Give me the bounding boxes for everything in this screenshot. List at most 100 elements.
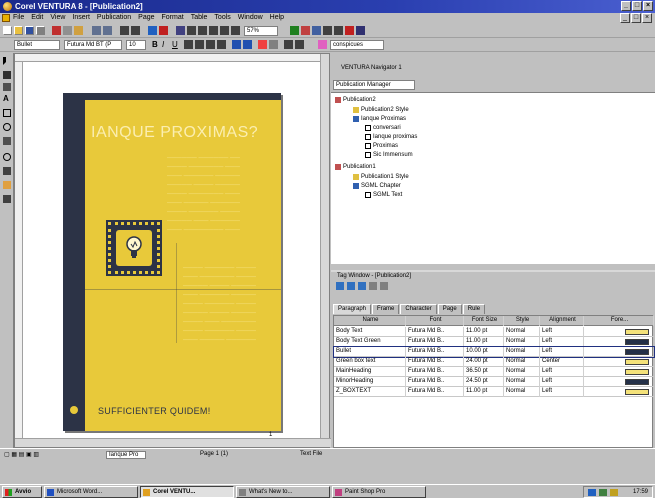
format-icon[interactable] — [176, 26, 185, 35]
col-font[interactable]: Font — [406, 316, 464, 326]
import-icon[interactable] — [120, 26, 129, 35]
picture-icon[interactable] — [318, 40, 327, 49]
delete-tag-icon[interactable] — [380, 282, 388, 290]
tab-frame[interactable]: Frame — [372, 304, 400, 314]
justify-icon[interactable] — [217, 40, 226, 49]
thesaurus-icon[interactable] — [198, 26, 207, 35]
menu-format[interactable]: Format — [162, 14, 184, 21]
menu-publication[interactable]: Publication — [97, 14, 131, 21]
tree-item[interactable]: Proximas — [365, 142, 398, 150]
new-icon[interactable] — [3, 26, 12, 35]
publication-page[interactable]: IANQUE PROXIMAS? ────── ────── ── ──── ─… — [63, 93, 281, 431]
rectangle-tool-icon[interactable] — [3, 109, 11, 117]
copy-tag-icon[interactable] — [347, 282, 355, 290]
horizontal-scrollbar[interactable] — [15, 438, 331, 447]
fullscreen-icon[interactable] — [323, 26, 332, 35]
col-alignment[interactable]: Alignment — [540, 316, 584, 326]
zoom-icon[interactable] — [334, 26, 343, 35]
copy-icon[interactable] — [63, 26, 72, 35]
cut-icon[interactable] — [52, 26, 61, 35]
underline-icon[interactable]: U — [172, 40, 181, 49]
zoom-tool-icon[interactable] — [3, 153, 11, 161]
tab-paragraph[interactable]: Paragraph — [333, 304, 372, 314]
align-right-icon[interactable] — [206, 40, 215, 49]
apply-tag-icon[interactable] — [358, 282, 366, 290]
size-combo[interactable]: 10 — [126, 40, 146, 50]
volume-icon[interactable] — [599, 489, 607, 496]
menu-file[interactable]: File — [13, 14, 24, 21]
tab-page[interactable]: Page — [437, 304, 462, 314]
save-icon[interactable] — [25, 26, 34, 35]
new-tag-icon[interactable] — [336, 282, 344, 290]
status-combo[interactable]: Ianque Pro — [106, 451, 146, 459]
color-swatch[interactable] — [625, 349, 649, 355]
undo-icon[interactable] — [92, 26, 101, 35]
doc-close-button[interactable]: × — [642, 13, 652, 23]
menu-page[interactable]: Page — [138, 14, 154, 21]
table-row[interactable]: Bullet Futura Md B.. 10.00 pt Normal Left — [333, 346, 655, 358]
table-tool-icon[interactable] — [3, 137, 11, 145]
pen-tool-icon[interactable] — [3, 167, 11, 175]
color-swatch[interactable] — [625, 329, 649, 335]
col-style[interactable]: Style — [504, 316, 540, 326]
task-word[interactable]: Microsoft Word... — [44, 486, 138, 498]
frame-tool-icon[interactable] — [3, 83, 11, 91]
tree-item[interactable]: Publication2 Style — [353, 106, 409, 114]
menu-table[interactable]: Table — [191, 14, 208, 21]
tree-item[interactable]: SGML Chapter — [353, 182, 401, 190]
navigator-combo[interactable]: Publication Manager — [333, 80, 415, 90]
numbering-icon[interactable] — [243, 40, 252, 49]
align-left-icon[interactable] — [184, 40, 193, 49]
vertical-scrollbar[interactable] — [320, 54, 329, 440]
table-row[interactable]: MainHeading Futura Md B.. 36.50 pt Normal Le… — [334, 367, 654, 377]
tree-item[interactable]: Publication1 — [335, 163, 376, 171]
insert-table-icon[interactable] — [295, 40, 304, 49]
tab-rule[interactable]: Rule — [462, 304, 486, 314]
pick-tool-icon[interactable] — [3, 57, 6, 65]
tree-item[interactable]: SGML Text — [365, 191, 402, 199]
tree-item[interactable]: Ianque proximas — [365, 133, 417, 141]
document-view[interactable]: IANQUE PROXIMAS? ────── ────── ── ──── ─… — [14, 53, 331, 448]
freehand-tool-icon[interactable] — [3, 71, 11, 79]
columns-icon[interactable] — [231, 26, 240, 35]
task-whats-new[interactable]: What's New to... — [236, 486, 330, 498]
style-combo[interactable]: Bullet — [14, 40, 60, 50]
table-row[interactable]: Z_BOXTEXT Futura Md B.. 11.00 pt Normal Left — [334, 387, 654, 397]
menu-help[interactable]: Help — [270, 14, 284, 21]
text-color-icon[interactable] — [258, 40, 267, 49]
table-icon[interactable] — [148, 26, 157, 35]
menu-insert[interactable]: Insert — [72, 14, 90, 21]
table-row[interactable]: Green box text Futura Md B.. 24.00 pt Norma… — [334, 357, 654, 367]
start-button[interactable]: Avvio — [2, 486, 42, 498]
open-icon[interactable] — [14, 26, 23, 35]
fill-icon[interactable] — [269, 40, 278, 49]
bold-icon[interactable]: B — [152, 40, 161, 49]
scrapbook-icon[interactable] — [312, 26, 321, 35]
web-icon[interactable] — [301, 26, 310, 35]
table-row[interactable]: Body Text Green Futura Md B.. 11.00 pt Norm… — [334, 337, 654, 347]
lightbulb-stamp-graphic[interactable] — [106, 220, 162, 276]
bullets-icon[interactable] — [232, 40, 241, 49]
frame-icon[interactable] — [284, 40, 293, 49]
color-swatch[interactable] — [625, 379, 649, 385]
paragraph-icon[interactable] — [220, 26, 229, 35]
font-combo[interactable]: Futura Md BT (P — [64, 40, 122, 50]
find-icon[interactable] — [209, 26, 218, 35]
color-swatch[interactable] — [625, 339, 649, 345]
menu-edit[interactable]: Edit — [31, 14, 43, 21]
tab-character[interactable]: Character — [400, 304, 437, 314]
spell-icon[interactable] — [187, 26, 196, 35]
color-swatch[interactable] — [625, 359, 649, 365]
ellipse-tool-icon[interactable] — [3, 123, 11, 131]
italic-icon[interactable]: I — [162, 40, 171, 49]
redo-icon[interactable] — [103, 26, 112, 35]
task-ventura[interactable]: Corel VENTU... — [140, 486, 234, 498]
page-headline[interactable]: IANQUE PROXIMAS? — [91, 124, 258, 142]
menu-view[interactable]: View — [50, 14, 65, 21]
network-icon[interactable] — [588, 489, 596, 496]
tree-item[interactable]: Sic Immensum — [365, 151, 413, 159]
paste-icon[interactable] — [74, 26, 83, 35]
page-footer[interactable]: SUFFICIENTER QUIDEM! — [98, 406, 211, 416]
table-row[interactable]: Body Text Futura Md B.. 11.00 pt Normal Left — [334, 327, 654, 337]
col-font-size[interactable]: Font Size — [464, 316, 504, 326]
